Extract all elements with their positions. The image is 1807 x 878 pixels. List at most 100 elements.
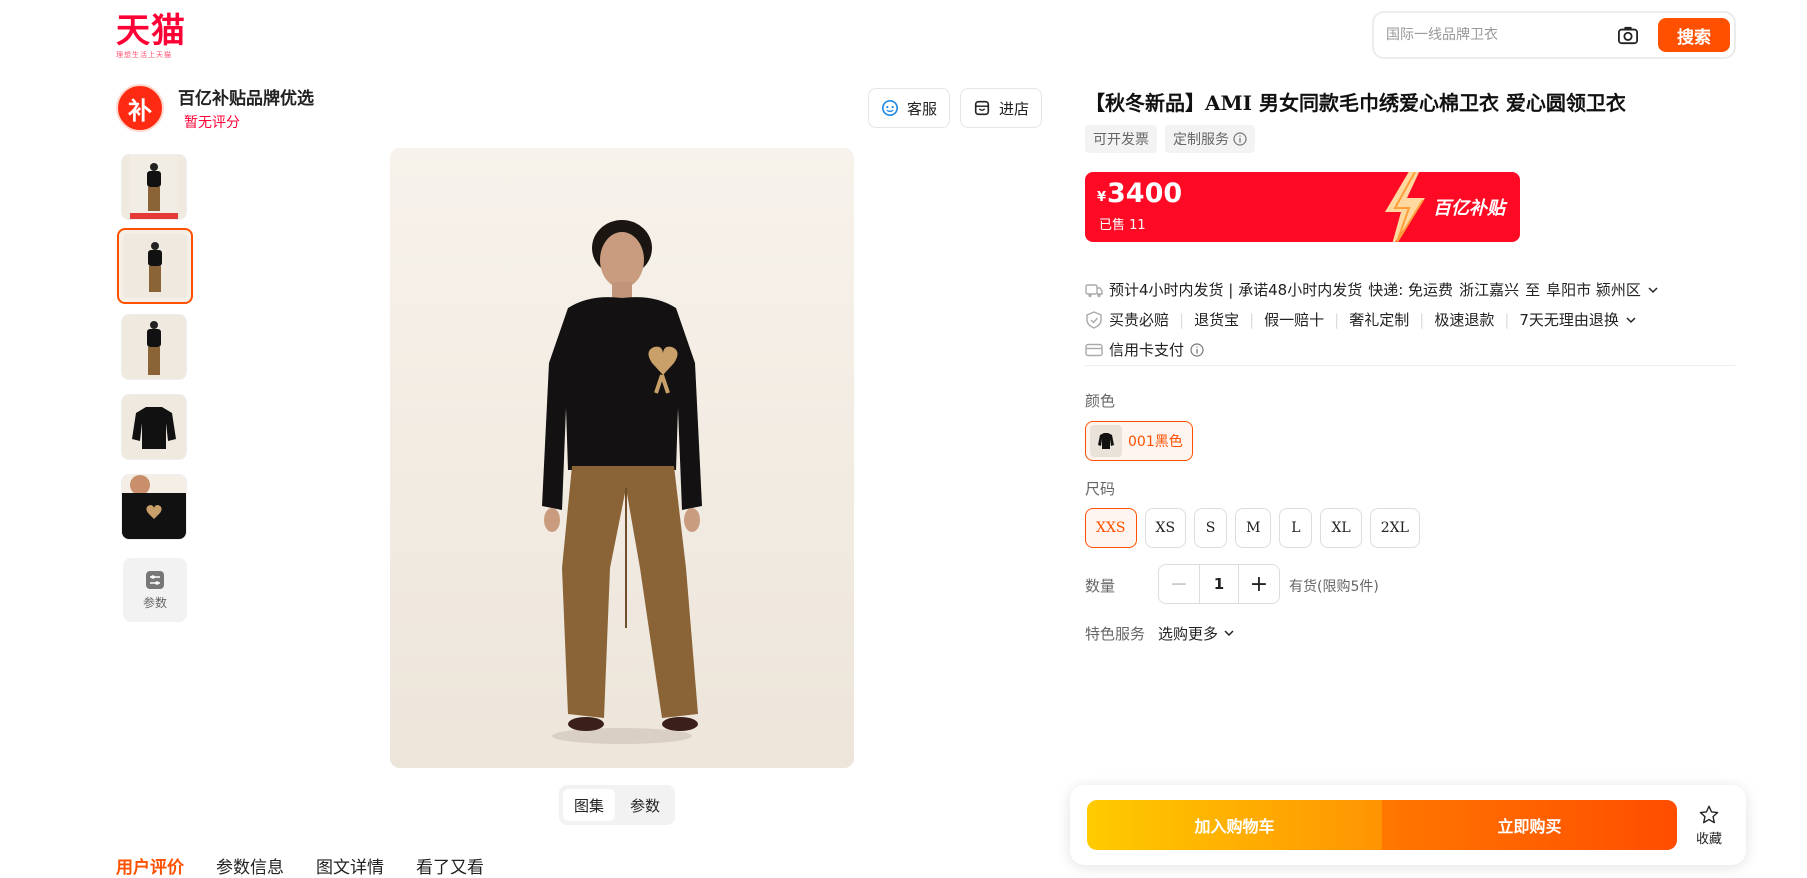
- tab-gallery[interactable]: 图集: [563, 789, 615, 821]
- search-input[interactable]: [1386, 27, 1606, 43]
- tab-param-info[interactable]: 参数信息: [216, 853, 284, 878]
- quantity-stepper: − 1 +: [1158, 564, 1280, 604]
- chevron-down-icon[interactable]: [1647, 284, 1659, 296]
- tag-custom-service[interactable]: 定制服务: [1165, 125, 1255, 153]
- ship-from: 浙江嘉兴: [1459, 281, 1520, 299]
- thumbnail-3[interactable]: [121, 314, 187, 380]
- search-button[interactable]: 搜索: [1658, 18, 1730, 52]
- model-figure: [390, 148, 854, 768]
- thumbnail-image: [130, 155, 178, 219]
- color-option[interactable]: 001黑色: [1085, 421, 1193, 461]
- thumbnail-4[interactable]: [121, 394, 187, 460]
- size-option[interactable]: XS: [1144, 508, 1187, 548]
- product-tags: 可开发票 定制服务: [1085, 125, 1255, 153]
- guarantee-item: 假一赔十: [1264, 311, 1325, 329]
- thumbnail-image: [148, 242, 162, 292]
- size-option[interactable]: XL: [1320, 508, 1362, 548]
- price-value: 3400: [1107, 178, 1183, 209]
- shop-icon: [974, 100, 990, 116]
- tag-invoice-label: 可开发票: [1093, 132, 1149, 148]
- decrement-button[interactable]: −: [1159, 565, 1199, 603]
- chevron-down-icon[interactable]: [1625, 314, 1637, 326]
- guarantee-item: 奢礼定制: [1349, 311, 1410, 329]
- guarantee-item: 退货宝: [1194, 311, 1240, 329]
- size-options: XXS XS S M L XL 2XL: [1085, 508, 1420, 548]
- truck-icon: [1085, 283, 1103, 297]
- star-icon: [1699, 805, 1719, 824]
- enter-shop-button[interactable]: 进店: [960, 88, 1043, 128]
- size-option[interactable]: L: [1279, 508, 1313, 548]
- size-option[interactable]: XXS: [1085, 508, 1137, 548]
- thumbnail-5[interactable]: [121, 474, 187, 540]
- gallery-tabs: 图集 参数: [559, 785, 675, 825]
- thumbnail-image: [132, 407, 176, 449]
- size-label: 尺码: [1085, 480, 1116, 498]
- logo-text: 天猫: [116, 11, 186, 51]
- tab-detail[interactable]: 图文详情: [316, 853, 384, 878]
- tag-invoice: 可开发票: [1085, 125, 1157, 153]
- tab-params[interactable]: 参数: [619, 789, 671, 821]
- size-option[interactable]: M: [1235, 508, 1272, 548]
- thumbnail-1[interactable]: [121, 154, 187, 220]
- chevron-down-icon: [1224, 630, 1234, 637]
- info-icon[interactable]: [1233, 132, 1247, 146]
- search-bar: 搜索: [1372, 11, 1736, 59]
- customer-service-button[interactable]: 客服: [868, 88, 951, 128]
- thumbnail-image: [147, 321, 161, 375]
- add-to-cart-button[interactable]: 加入购物车: [1087, 800, 1382, 850]
- lightning-icon: [1385, 172, 1425, 242]
- tab-also-viewed[interactable]: 看了又看: [416, 853, 484, 878]
- service-more-label: 选购更多: [1158, 625, 1219, 643]
- quantity-label: 数量: [1085, 577, 1116, 595]
- sweater-icon: [1098, 433, 1114, 449]
- tmall-logo[interactable]: 天猫 理想生活上天猫: [116, 14, 196, 60]
- buy-now-button[interactable]: 立即购买: [1382, 800, 1677, 850]
- price-banner: ¥ 3400 已售 11 百亿补贴: [1085, 172, 1520, 242]
- color-swatch: [1090, 425, 1122, 457]
- logo-slogan: 理想生活上天猫: [116, 51, 172, 59]
- guarantee-item: 极速退款: [1434, 311, 1495, 329]
- shield-icon: [1086, 310, 1102, 329]
- color-option-label: 001黑色: [1128, 434, 1183, 450]
- service-label: 特色服务: [1085, 625, 1146, 643]
- divider: [1085, 365, 1735, 366]
- ship-express: 快递: 免运费: [1368, 281, 1454, 299]
- ship-time: 预计4小时内发货 | 承诺48小时内发货: [1109, 281, 1363, 299]
- purchase-bar: 加入购物车 立即购买 收藏: [1070, 785, 1746, 865]
- tab-reviews[interactable]: 用户评价: [116, 853, 184, 878]
- increment-button[interactable]: +: [1239, 565, 1279, 603]
- info-icon[interactable]: [1190, 342, 1204, 357]
- params-thumbnail[interactable]: 参数: [123, 558, 187, 622]
- currency-symbol: ¥: [1097, 190, 1107, 205]
- main-product-image[interactable]: [390, 148, 854, 768]
- favorite-label: 收藏: [1695, 832, 1722, 847]
- subsidy-label: 百亿补贴: [1433, 198, 1505, 219]
- color-label: 颜色: [1085, 392, 1116, 410]
- service-icon: [881, 99, 899, 117]
- sliders-icon: [146, 570, 164, 589]
- guarantee-row: 买贵必赔 | 退货宝 | 假一赔十 | 奢礼定制 | 极速退款 | 7天无理由退换: [1085, 309, 1637, 330]
- thumbnail-image: [122, 475, 186, 539]
- product-title: 【秋冬新品】AMI 男女同款毛巾绣爱心棉卫衣 爱心圆领卫衣: [1085, 91, 1626, 115]
- ship-to-location[interactable]: 阜阳市 颍州区: [1546, 279, 1641, 300]
- customer-service-label: 客服: [907, 99, 938, 118]
- shipping-row: 预计4小时内发货 | 承诺48小时内发货 快递: 免运费 浙江嘉兴 至 阜阳市 …: [1085, 279, 1659, 300]
- guarantee-item: 买贵必赔: [1109, 311, 1170, 329]
- tag-custom-label: 定制服务: [1173, 132, 1229, 148]
- thumbnail-2[interactable]: [117, 228, 193, 304]
- service-more-dropdown[interactable]: 选购更多: [1158, 623, 1235, 644]
- stock-status: 有货(限购5件): [1289, 579, 1379, 595]
- ship-to-word: 至: [1525, 281, 1541, 299]
- camera-icon[interactable]: [1617, 25, 1639, 45]
- enter-shop-label: 进店: [999, 99, 1030, 118]
- guarantee-item[interactable]: 7天无理由退换: [1519, 309, 1619, 330]
- shop-avatar[interactable]: 补: [116, 84, 164, 132]
- size-option[interactable]: 2XL: [1369, 508, 1420, 548]
- quantity-value[interactable]: 1: [1199, 565, 1239, 603]
- shop-name[interactable]: 百亿补贴品牌优选: [178, 84, 314, 109]
- detail-nav: 用户评价 参数信息 图文详情 看了又看: [116, 853, 484, 878]
- favorite-button[interactable]: 收藏: [1687, 804, 1731, 847]
- sold-count: 已售 11: [1099, 218, 1146, 233]
- size-option[interactable]: S: [1194, 508, 1228, 548]
- payment-row: 信用卡支付: [1085, 339, 1204, 360]
